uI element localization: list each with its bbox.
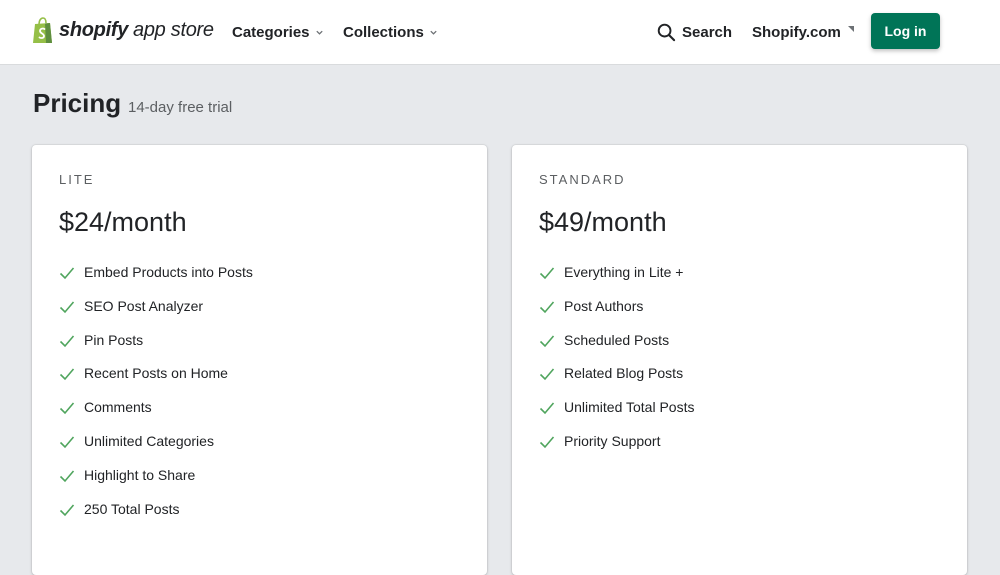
- feature-label: Pin Posts: [84, 331, 144, 348]
- feature-list: Embed Products into Posts SEO Post Analy…: [59, 264, 253, 534]
- logo-wordmark: shopify: [59, 18, 129, 41]
- check-icon: [59, 436, 75, 449]
- feature-item: Post Authors: [539, 298, 694, 332]
- feature-label: Priority Support: [564, 432, 661, 449]
- feature-label: Unlimited Categories: [84, 432, 214, 449]
- external-arrow-icon: [847, 25, 854, 32]
- feature-item: Priority Support: [539, 433, 694, 467]
- check-icon: [59, 470, 75, 482]
- feature-item: Highlight to Share: [59, 467, 253, 501]
- shopify-com-link[interactable]: Shopify.com: [752, 21, 855, 43]
- login-button[interactable]: Log in: [871, 13, 940, 49]
- pricing-card-standard: STANDARD $49/month Everything in Lite + …: [512, 145, 967, 575]
- feature-item: Scheduled Posts: [539, 332, 694, 366]
- feature-item: Everything in Lite +: [539, 264, 694, 298]
- plan-price: $24/month: [59, 207, 187, 237]
- feature-item: Comments: [59, 399, 253, 433]
- search-button[interactable]: Search: [657, 21, 732, 43]
- nav-categories-dropdown[interactable]: Categories: [232, 21, 324, 43]
- feature-item: Unlimited Categories: [59, 433, 253, 467]
- shopping-bag-icon: [33, 16, 52, 43]
- check-icon: [59, 267, 75, 280]
- check-icon: [59, 504, 75, 516]
- check-icon: [59, 335, 75, 347]
- nav-collections-label: Collections: [343, 23, 424, 41]
- nav-categories-label: Categories: [232, 23, 310, 41]
- check-icon: [59, 301, 75, 313]
- feature-label: Embed Products into Posts: [84, 264, 253, 280]
- top-navigation-bar: shopify app store Categories Collections…: [0, 0, 1000, 65]
- feature-label: 250 Total Posts: [84, 500, 180, 517]
- check-icon: [539, 267, 555, 280]
- check-icon: [59, 368, 75, 381]
- feature-item: SEO Post Analyzer: [59, 298, 253, 332]
- feature-label: Everything in Lite +: [564, 264, 684, 280]
- plan-price: $49/month: [539, 207, 667, 237]
- feature-item: Embed Products into Posts: [59, 264, 253, 298]
- nav-collections-dropdown[interactable]: Collections: [343, 21, 438, 43]
- feature-item: Related Blog Posts: [539, 365, 694, 399]
- plan-name: STANDARD: [539, 172, 626, 187]
- chevron-down-icon: [315, 30, 323, 35]
- feature-item: Pin Posts: [59, 332, 253, 366]
- search-icon: [657, 23, 676, 41]
- feature-label: Post Authors: [564, 297, 644, 314]
- feature-item: Recent Posts on Home: [59, 365, 253, 399]
- check-icon: [539, 368, 555, 381]
- check-icon: [539, 335, 555, 347]
- plan-name: LITE: [59, 172, 95, 187]
- shopify-com-label: Shopify.com: [752, 23, 841, 41]
- check-icon: [539, 402, 555, 415]
- feature-label: Related Blog Posts: [564, 365, 684, 382]
- search-label: Search: [682, 23, 733, 41]
- check-icon: [59, 402, 75, 415]
- feature-list: Everything in Lite + Post Authors Schedu…: [539, 264, 694, 467]
- page-title: Pricing: [33, 88, 122, 118]
- check-icon: [539, 301, 555, 313]
- feature-label: SEO Post Analyzer: [84, 297, 204, 314]
- feature-label: Recent Posts on Home: [84, 365, 228, 382]
- feature-label: Comments: [84, 399, 152, 416]
- logo-subtitle: app store: [133, 18, 214, 41]
- free-trial-note: 14-day free trial: [128, 99, 233, 116]
- feature-label: Scheduled Posts: [564, 331, 670, 348]
- feature-item: 250 Total Posts: [59, 501, 253, 535]
- feature-label: Highlight to Share: [84, 466, 196, 483]
- check-icon: [539, 436, 555, 449]
- pricing-card-lite: LITE $24/month Embed Products into Posts…: [32, 145, 487, 575]
- shopify-app-store-logo[interactable]: shopify app store: [32, 15, 214, 45]
- feature-label: Unlimited Total Posts: [564, 399, 695, 416]
- feature-item: Unlimited Total Posts: [539, 399, 694, 433]
- chevron-down-icon: [430, 30, 437, 35]
